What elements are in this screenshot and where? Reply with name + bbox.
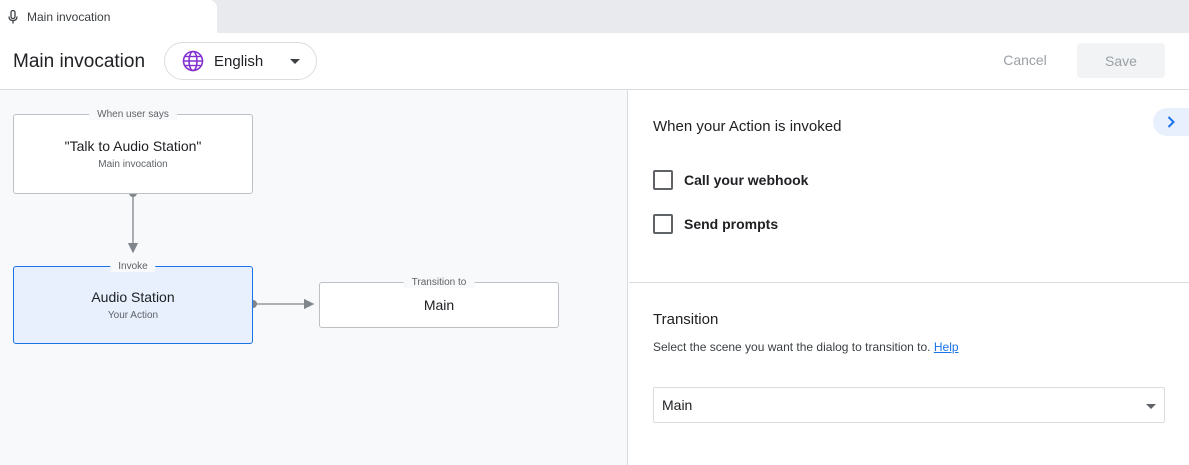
page-header: Main invocation English Cancel Save xyxy=(0,33,1189,90)
transition-help-text: Select the scene you want the dialog to … xyxy=(653,340,931,354)
scene-select[interactable]: Main xyxy=(653,387,1165,423)
node-caption: Transition to xyxy=(403,277,475,288)
node-caption: When user says xyxy=(89,109,177,120)
node-title: "Talk to Audio Station" xyxy=(64,138,202,154)
language-label: English xyxy=(214,52,264,70)
chevron-down-icon xyxy=(1146,404,1156,409)
invoked-section-title: When your Action is invoked xyxy=(653,118,842,135)
save-button[interactable]: Save xyxy=(1077,43,1165,78)
node-caption: Invoke xyxy=(110,261,156,272)
prompts-label: Send prompts xyxy=(684,216,779,232)
help-link[interactable]: Help xyxy=(934,340,959,354)
scene-select-value: Main xyxy=(662,397,693,413)
webhook-label: Call your webhook xyxy=(684,172,809,188)
prompts-checkbox[interactable] xyxy=(653,214,673,234)
node-transition[interactable]: Transition to Main xyxy=(319,277,559,328)
node-subtitle: Your Action xyxy=(107,310,159,321)
node-title: Audio Station xyxy=(91,289,175,305)
page-title: Main invocation xyxy=(13,51,146,72)
node-user-says[interactable]: When user says "Talk to Audio Station" M… xyxy=(13,109,253,194)
webhook-option[interactable]: Call your webhook xyxy=(653,170,808,190)
transition-section-title: Transition xyxy=(653,311,719,328)
webhook-checkbox[interactable] xyxy=(653,170,673,190)
node-title: Main xyxy=(423,297,455,313)
details-panel: When your Action is invoked Call your we… xyxy=(629,90,1189,465)
node-invoke[interactable]: Invoke Audio Station Your Action xyxy=(13,261,253,344)
tab-strip: Main invocation xyxy=(0,0,1189,33)
tab-title: Main invocation xyxy=(27,9,111,24)
chevron-down-icon xyxy=(290,59,300,64)
flow-canvas[interactable]: When user says "Talk to Audio Station" M… xyxy=(0,90,628,465)
prompts-option[interactable]: Send prompts xyxy=(653,214,778,234)
browser-tab[interactable]: Main invocation xyxy=(0,0,217,33)
section-divider xyxy=(629,282,1189,283)
language-select[interactable]: English xyxy=(164,42,317,80)
cancel-button[interactable]: Cancel xyxy=(990,43,1060,77)
chevron-right-icon xyxy=(1167,116,1175,128)
collapse-panel-button[interactable] xyxy=(1153,108,1189,136)
transition-help: Select the scene you want the dialog to … xyxy=(653,340,959,354)
node-subtitle: Main invocation xyxy=(98,159,168,170)
globe-icon xyxy=(182,50,204,72)
mic-icon xyxy=(8,9,18,23)
